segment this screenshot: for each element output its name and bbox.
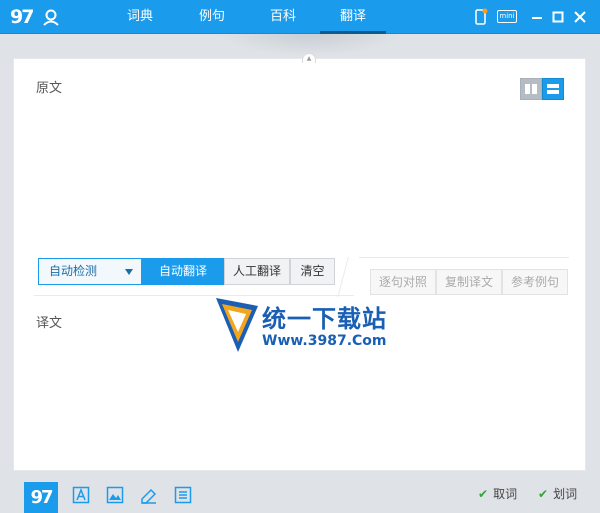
columns-icon [525, 84, 537, 94]
human-translate-button[interactable]: 人工翻译 [224, 258, 290, 285]
copy-translation-button[interactable]: 复制译文 [436, 269, 502, 295]
divider [359, 257, 569, 258]
app-logo[interactable]: 97 [10, 5, 34, 29]
maximize-icon[interactable] [551, 8, 565, 26]
bottom-bar: 97 ✔ 取词 ✔ 划词 [0, 477, 600, 513]
mini-mode-button[interactable]: mini [497, 10, 517, 23]
close-icon[interactable] [573, 8, 587, 26]
tab-translate[interactable]: 翻译 [320, 0, 386, 34]
phone-icon[interactable] [474, 8, 488, 26]
check-icon: ✔ [478, 487, 489, 501]
watermark-logo-icon [216, 298, 258, 352]
language-select-value: 自动检测 [49, 264, 98, 278]
stacked-view-button[interactable] [542, 78, 564, 100]
source-text-input[interactable] [34, 99, 574, 279]
image-text-icon[interactable] [106, 486, 124, 504]
watermark-title: 统一下载站 [262, 305, 387, 333]
fetch-word-toggle[interactable]: ✔ 取词 [478, 485, 517, 503]
target-label: 译文 [36, 316, 63, 331]
user-icon[interactable] [42, 8, 60, 26]
tab-examples[interactable]: 例句 [182, 0, 242, 34]
clear-button[interactable]: 清空 [290, 258, 335, 285]
split-view-button[interactable] [520, 78, 542, 100]
auto-translate-button[interactable]: 自动翻译 [142, 258, 224, 285]
rows-icon [547, 84, 559, 94]
text-icon[interactable] [72, 486, 90, 504]
tab-encyclopedia[interactable]: 百科 [253, 0, 313, 34]
source-label: 原文 [36, 81, 63, 96]
layout-toggle [520, 78, 564, 100]
fetch-word-label: 取词 [493, 487, 518, 501]
watermark: 统一下载站 Www.3987.Com [214, 296, 414, 356]
caret-down-icon [125, 269, 133, 275]
translate-icon[interactable] [174, 486, 192, 504]
tab-dictionary[interactable]: 词典 [110, 0, 170, 34]
home-button[interactable]: 97 [24, 482, 58, 513]
select-word-toggle[interactable]: ✔ 划词 [538, 485, 577, 503]
language-select[interactable]: 自动检测 [38, 258, 142, 285]
sentence-compare-button[interactable]: 逐句对照 [370, 269, 436, 295]
select-word-label: 划词 [553, 487, 578, 501]
collapse-button[interactable]: ▲ [302, 53, 316, 63]
translate-panel: 原文 自动检测 自动翻译 人工翻译 清空 逐句对照 复制译文 参考例句 译文 统… [13, 58, 586, 471]
watermark-subtitle: Www.3987.Com [262, 333, 387, 349]
check-icon: ✔ [538, 487, 549, 501]
title-bar: 97 词典 例句 百科 翻译 mini [0, 0, 600, 34]
pen-icon[interactable] [140, 486, 158, 504]
minimize-icon[interactable] [530, 8, 544, 26]
reference-examples-button[interactable]: 参考例句 [502, 269, 568, 295]
